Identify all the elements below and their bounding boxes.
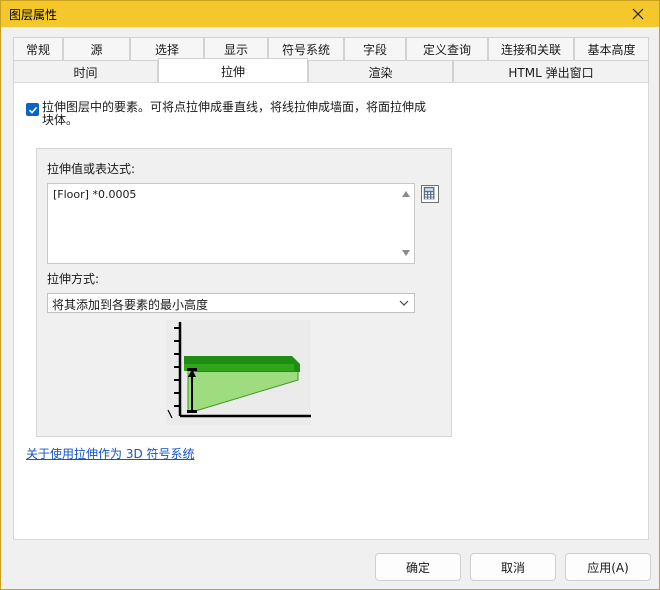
extrusion-panel: 拉伸图层中的要素。可将点拉伸成垂直线，将线拉伸成墙面，将面拉伸成块体。 拉伸值或…	[13, 82, 649, 540]
chevron-down-icon[interactable]	[398, 297, 410, 309]
calculator-icon	[423, 186, 435, 200]
scroll-down-icon[interactable]	[402, 250, 410, 256]
extrusion-method-label: 拉伸方式:	[47, 272, 100, 286]
apply-button[interactable]: 应用(A)	[565, 553, 651, 581]
extrusion-settings-group: 拉伸值或表达式: [Floor] *0.0005 拉伸方式: 将其添加到各要素的…	[36, 148, 452, 437]
tab-extrusion[interactable]: 拉伸	[158, 58, 308, 83]
tab-display[interactable]: 显示	[204, 37, 268, 60]
extrusion-method-select[interactable]: 将其添加到各要素的最小高度	[47, 293, 415, 313]
extrusion-expression-value: [Floor] *0.0005	[53, 188, 137, 201]
window-title: 图层属性	[9, 8, 58, 22]
tab-general[interactable]: 常规	[13, 37, 63, 60]
extrude-checkbox-label: 拉伸图层中的要素。可将点拉伸成垂直线，将线拉伸成墙面，将面拉伸成块体。	[42, 100, 427, 127]
tab-strip: 常规 源 选择 显示 符号系统 字段 定义查询 连接和关联 基本高度 时间 拉伸…	[13, 37, 649, 83]
cancel-button[interactable]: 取消	[470, 553, 556, 581]
extrusion-help-link[interactable]: 关于使用拉伸作为 3D 符号系统	[26, 445, 195, 462]
extrusion-method-value: 将其添加到各要素的最小高度	[52, 298, 209, 312]
title-bar: 图层属性	[1, 1, 659, 27]
tab-time[interactable]: 时间	[13, 60, 158, 83]
extrusion-preview-image	[166, 320, 311, 425]
scroll-up-icon[interactable]	[402, 191, 410, 197]
checkmark-icon	[28, 106, 37, 114]
expression-scrollbar[interactable]	[398, 184, 414, 263]
close-icon	[632, 8, 644, 20]
tab-selection[interactable]: 选择	[130, 37, 204, 60]
close-button[interactable]	[621, 2, 655, 26]
extrude-checkbox[interactable]	[26, 103, 39, 116]
tab-definition-query[interactable]: 定义查询	[406, 37, 488, 60]
tab-base-heights[interactable]: 基本高度	[574, 37, 649, 60]
ok-button[interactable]: 确定	[375, 553, 461, 581]
extrusion-diagram	[166, 320, 311, 425]
tab-rendering[interactable]: 渲染	[308, 60, 453, 83]
tab-source[interactable]: 源	[63, 37, 130, 60]
expression-builder-button[interactable]	[421, 185, 439, 203]
layer-properties-dialog: 图层属性 常规 源 选择 显示 符号系统 字段 定义查询 连接和关联 基本高度 …	[0, 0, 660, 590]
extrusion-expression-field[interactable]: [Floor] *0.0005	[47, 183, 415, 264]
tab-symbology[interactable]: 符号系统	[268, 37, 344, 60]
tab-joins-relates[interactable]: 连接和关联	[488, 37, 574, 60]
tab-html-popup[interactable]: HTML 弹出窗口	[453, 60, 649, 83]
extrusion-value-label: 拉伸值或表达式:	[47, 162, 136, 176]
tab-fields[interactable]: 字段	[344, 37, 406, 60]
